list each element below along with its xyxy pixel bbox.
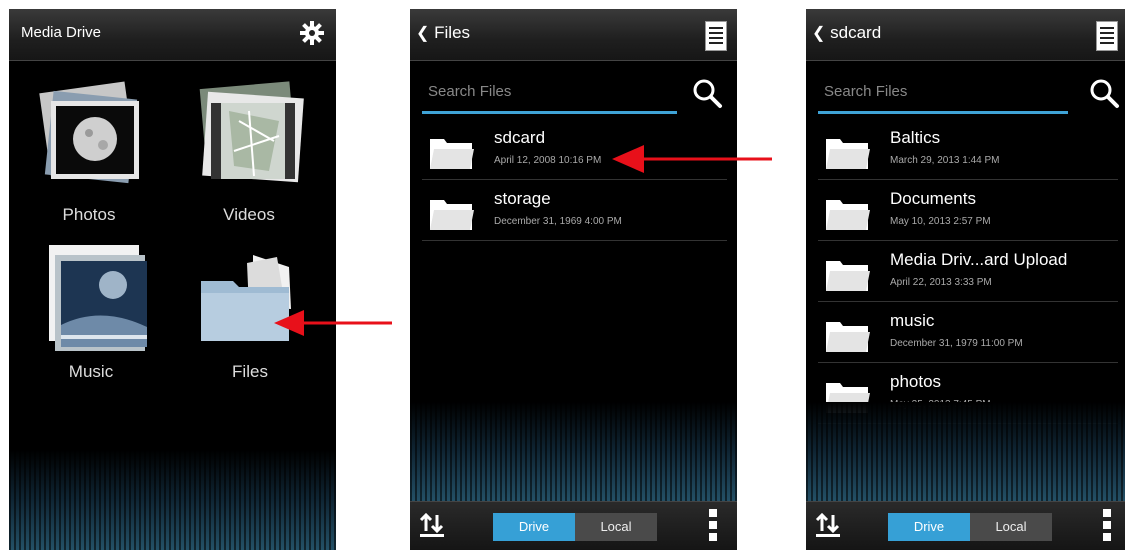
more-icon[interactable] [1103, 509, 1111, 543]
folder-icon [826, 200, 870, 230]
item-name: sdcard [494, 128, 546, 147]
search-field[interactable] [818, 75, 1068, 114]
sort-icon[interactable] [419, 513, 445, 539]
search-field[interactable] [422, 75, 677, 114]
sort-icon[interactable] [815, 513, 841, 539]
item-date: December 31, 1969 4:00 PM [494, 216, 622, 227]
back-chevron-icon: ❮ [416, 25, 430, 42]
more-icon[interactable] [709, 509, 717, 543]
item-name: storage [494, 189, 551, 208]
app-title: Media Drive [21, 24, 102, 41]
media-drive-screen: Media Drive Photos Videos Music Files [9, 9, 336, 550]
bottom-bar: Drive Local [806, 501, 1125, 550]
annotation-arrow-files [274, 310, 392, 336]
item-name: Baltics [890, 128, 941, 147]
tile-videos-label: Videos [223, 205, 275, 224]
folder-icon [826, 322, 870, 352]
item-date: April 12, 2008 10:16 PM [494, 155, 602, 166]
screen-title: sdcard [830, 23, 882, 42]
tile-files-label: Files [232, 362, 268, 381]
list-item[interactable]: storage December 31, 1969 4:00 PM [422, 180, 727, 241]
tile-videos[interactable]: Videos [189, 81, 309, 231]
videos-thumbnail-icon [199, 81, 304, 183]
folder-icon [430, 139, 474, 169]
bottom-bar: Drive Local [410, 501, 737, 550]
item-name: Media Driv...ard Upload [890, 250, 1068, 269]
list-item[interactable]: Media Driv...ard Upload April 22, 2013 3… [818, 241, 1118, 302]
back-chevron-icon: ❮ [812, 25, 826, 42]
item-name: photos [890, 372, 942, 391]
drive-tab[interactable]: Drive [888, 513, 970, 541]
list-view-icon[interactable] [1096, 21, 1118, 51]
folder-icon [430, 200, 474, 230]
files-screen: ❮ Files sdcard April 12, 2008 10:16 PM s… [410, 9, 737, 550]
annotation-arrow-sdcard [612, 145, 772, 173]
back-button[interactable]: ❮ Files [416, 23, 470, 43]
photos-thumbnail-icon [39, 81, 139, 184]
folder-icon [826, 139, 870, 169]
list-item[interactable]: Baltics March 29, 2013 1:44 PM [818, 119, 1118, 180]
search-input[interactable] [422, 75, 677, 108]
back-button[interactable]: ❮ sdcard [812, 23, 881, 43]
item-date: March 29, 2013 1:44 PM [890, 155, 1000, 166]
search-icon[interactable] [1088, 77, 1120, 109]
item-name: music [890, 311, 935, 330]
gear-icon[interactable] [300, 21, 324, 45]
drive-tab[interactable]: Drive [493, 513, 575, 541]
sdcard-screen: ❮ sdcard Baltics March 29, 2013 1:44 PM … [806, 9, 1125, 550]
tile-photos[interactable]: Photos [31, 81, 147, 231]
decorative-glow [806, 402, 1125, 502]
top-bar: ❮ Files [410, 9, 737, 61]
list-view-icon[interactable] [705, 21, 727, 51]
list-item[interactable]: Documents May 10, 2013 2:57 PM [818, 180, 1118, 241]
files-folder-icon [201, 255, 291, 341]
screen-title: Files [434, 23, 471, 42]
item-date: May 10, 2013 2:57 PM [890, 216, 991, 227]
tile-photos-label: Photos [62, 205, 116, 224]
search-icon[interactable] [691, 77, 723, 109]
top-bar: Media Drive [9, 9, 336, 61]
folder-icon [826, 261, 870, 291]
tile-music[interactable]: Music [31, 245, 151, 395]
local-tab[interactable]: Local [970, 513, 1052, 541]
tile-music-label: Music [68, 362, 114, 381]
item-date: December 31, 1979 11:00 PM [890, 338, 1023, 349]
search-input[interactable] [818, 75, 1068, 108]
item-date: April 22, 2013 3:33 PM [890, 277, 992, 288]
decorative-glow [9, 450, 336, 550]
top-bar: ❮ sdcard [806, 9, 1125, 61]
local-tab[interactable]: Local [575, 513, 657, 541]
list-item[interactable]: music December 31, 1979 11:00 PM [818, 302, 1118, 363]
decorative-glow [410, 402, 737, 502]
music-thumbnail-icon [49, 245, 147, 351]
item-name: Documents [890, 189, 976, 208]
